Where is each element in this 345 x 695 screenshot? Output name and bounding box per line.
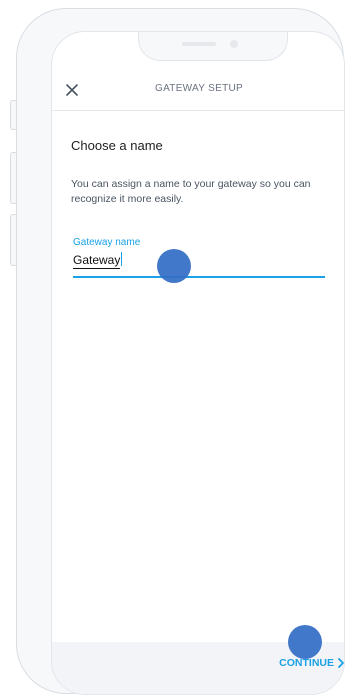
- speaker-grille: [182, 42, 216, 46]
- touch-indicator: [288, 625, 322, 659]
- chevron-right-icon: [338, 658, 344, 668]
- gateway-name-field[interactable]: Gateway name Gateway: [73, 237, 325, 269]
- phone-notch: [138, 32, 288, 61]
- gateway-name-underline: [73, 276, 325, 278]
- screen: GATEWAY SETUP Choose a name You can assi…: [0, 0, 345, 695]
- camera-dot: [230, 40, 238, 48]
- touch-indicator: [157, 249, 191, 283]
- gateway-name-input[interactable]: Gateway: [73, 252, 121, 269]
- header-title: GATEWAY SETUP: [155, 83, 243, 94]
- phone-frame: GATEWAY SETUP Choose a name You can assi…: [16, 8, 345, 695]
- gateway-name-label: Gateway name: [73, 237, 141, 248]
- text-caret: [121, 252, 123, 266]
- app-header: GATEWAY SETUP: [52, 70, 344, 111]
- continue-button[interactable]: CONTINUE: [279, 657, 344, 669]
- phone-screen: GATEWAY SETUP Choose a name You can assi…: [51, 31, 345, 695]
- page-title: Choose a name: [71, 138, 163, 153]
- page-description: You can assign a name to your gateway so…: [71, 178, 311, 205]
